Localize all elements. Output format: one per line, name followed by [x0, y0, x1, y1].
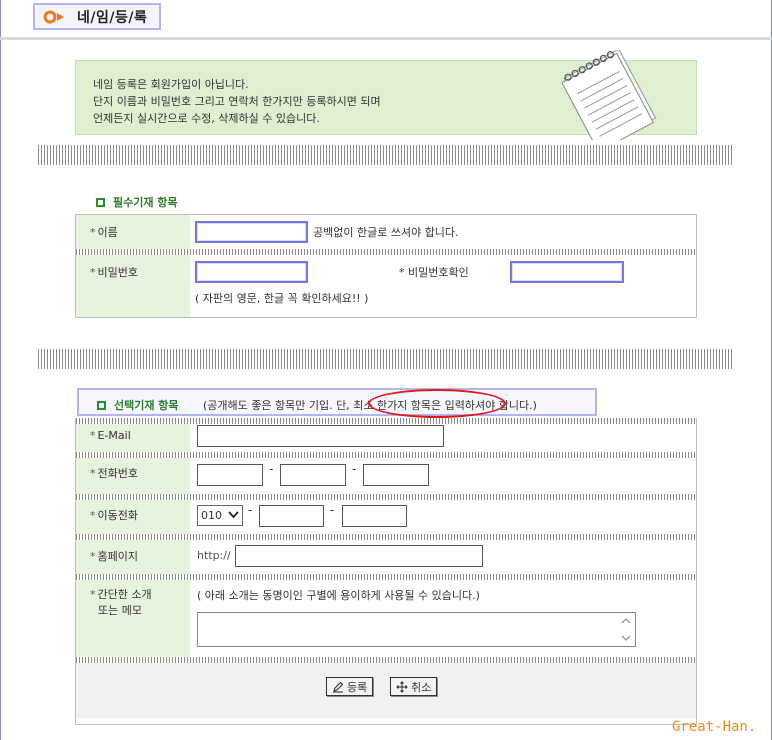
- cross-arrows-icon: [396, 680, 408, 693]
- email-input[interactable]: [197, 425, 444, 447]
- watermark: Great-Han.: [672, 719, 757, 735]
- homepage-row: * 홈페이지 http://: [76, 540, 696, 574]
- email-label: * E-Mail: [76, 424, 190, 452]
- memo-hint: ( 아래 소개는 동명이인 구별에 용이하게 사용될 수 있습니다.): [197, 589, 480, 602]
- phone-label: * 전화번호: [76, 458, 190, 494]
- scroll-down-icon[interactable]: [620, 633, 632, 643]
- cancel-button[interactable]: 취소: [390, 677, 438, 696]
- optional-section-title: 선택기재 항목: [97, 397, 179, 413]
- arrow-circle-icon: [43, 10, 64, 23]
- name-row: * 이름 공백없이 한글로 쓰셔야 합니다.: [76, 215, 696, 249]
- mobile-prefix-select[interactable]: 010: [197, 505, 243, 526]
- password-confirm-input[interactable]: [510, 261, 624, 283]
- phone-input-2[interactable]: [280, 464, 346, 486]
- password-hint: ( 자판의 영문, 한글 꼭 확인하세요!! ): [195, 292, 369, 305]
- optional-form: * E-Mail * 전화번호 - - * 이동전화 010 - - * 홈페이…: [75, 418, 697, 725]
- password-row: * 비밀번호 * 비밀번호확인 ( 자판의 영문, 한글 꼭 확인하세요!! ): [76, 255, 696, 317]
- memo-label: * 간단한 소개 또는 메모: [76, 580, 190, 657]
- mobile-input-2[interactable]: [259, 505, 324, 527]
- frame-left-border: [0, 0, 1, 740]
- square-bullet-icon: [97, 400, 106, 410]
- homepage-label: * 홈페이지: [76, 540, 190, 574]
- email-row: * E-Mail: [76, 424, 696, 452]
- dash: -: [330, 503, 335, 517]
- divider-stripe-2: [38, 349, 732, 369]
- divider-stripe-1: [38, 145, 732, 165]
- page-title-box: 네/임/등/록: [33, 3, 161, 30]
- password-label: * 비밀번호: [76, 255, 190, 317]
- homepage-input[interactable]: [235, 545, 483, 567]
- register-button[interactable]: 등록: [326, 677, 374, 696]
- optional-section-header: 선택기재 항목 (공개해도 좋은 항목만 기입. 단, 최소 한가지 항목은 입…: [77, 388, 597, 416]
- button-area: 등록 취소: [76, 663, 696, 718]
- password-confirm-label: * 비밀번호확인: [399, 266, 469, 279]
- homepage-prefix: http://: [197, 549, 231, 562]
- name-label: * 이름: [76, 215, 190, 249]
- notebook-icon: [561, 50, 657, 140]
- mobile-label: * 이동전화: [76, 500, 190, 534]
- mobile-row: * 이동전화 010 - -: [76, 500, 696, 534]
- phone-input-3[interactable]: [363, 464, 429, 486]
- required-form: * 이름 공백없이 한글로 쓰셔야 합니다. * 비밀번호 * 비밀번호확인 ( 자…: [75, 214, 697, 318]
- square-bullet-icon: [96, 197, 105, 207]
- memo-textarea[interactable]: [197, 612, 636, 647]
- page-title: 네/임/등/록: [77, 9, 148, 26]
- dash: -: [269, 462, 274, 476]
- password-input[interactable]: [195, 261, 308, 283]
- mobile-input-3[interactable]: [342, 505, 407, 527]
- dash: -: [248, 503, 253, 517]
- chevron-down-icon: [228, 511, 239, 519]
- memo-row: * 간단한 소개 또는 메모 ( 아래 소개는 동명이인 구별에 용이하게 사용될…: [76, 580, 696, 657]
- phone-input-1[interactable]: [197, 464, 263, 486]
- header-divider: [0, 37, 772, 40]
- pencil-icon: [333, 681, 344, 692]
- phone-row: * 전화번호 - -: [76, 458, 696, 494]
- dash: -: [352, 462, 357, 476]
- scroll-up-icon[interactable]: [620, 616, 632, 626]
- name-input[interactable]: [195, 221, 308, 243]
- name-hint: 공백없이 한글로 쓰셔야 합니다.: [313, 226, 459, 239]
- highlight-circle: [368, 389, 506, 418]
- required-section-title: 필수기재 항목: [96, 194, 178, 210]
